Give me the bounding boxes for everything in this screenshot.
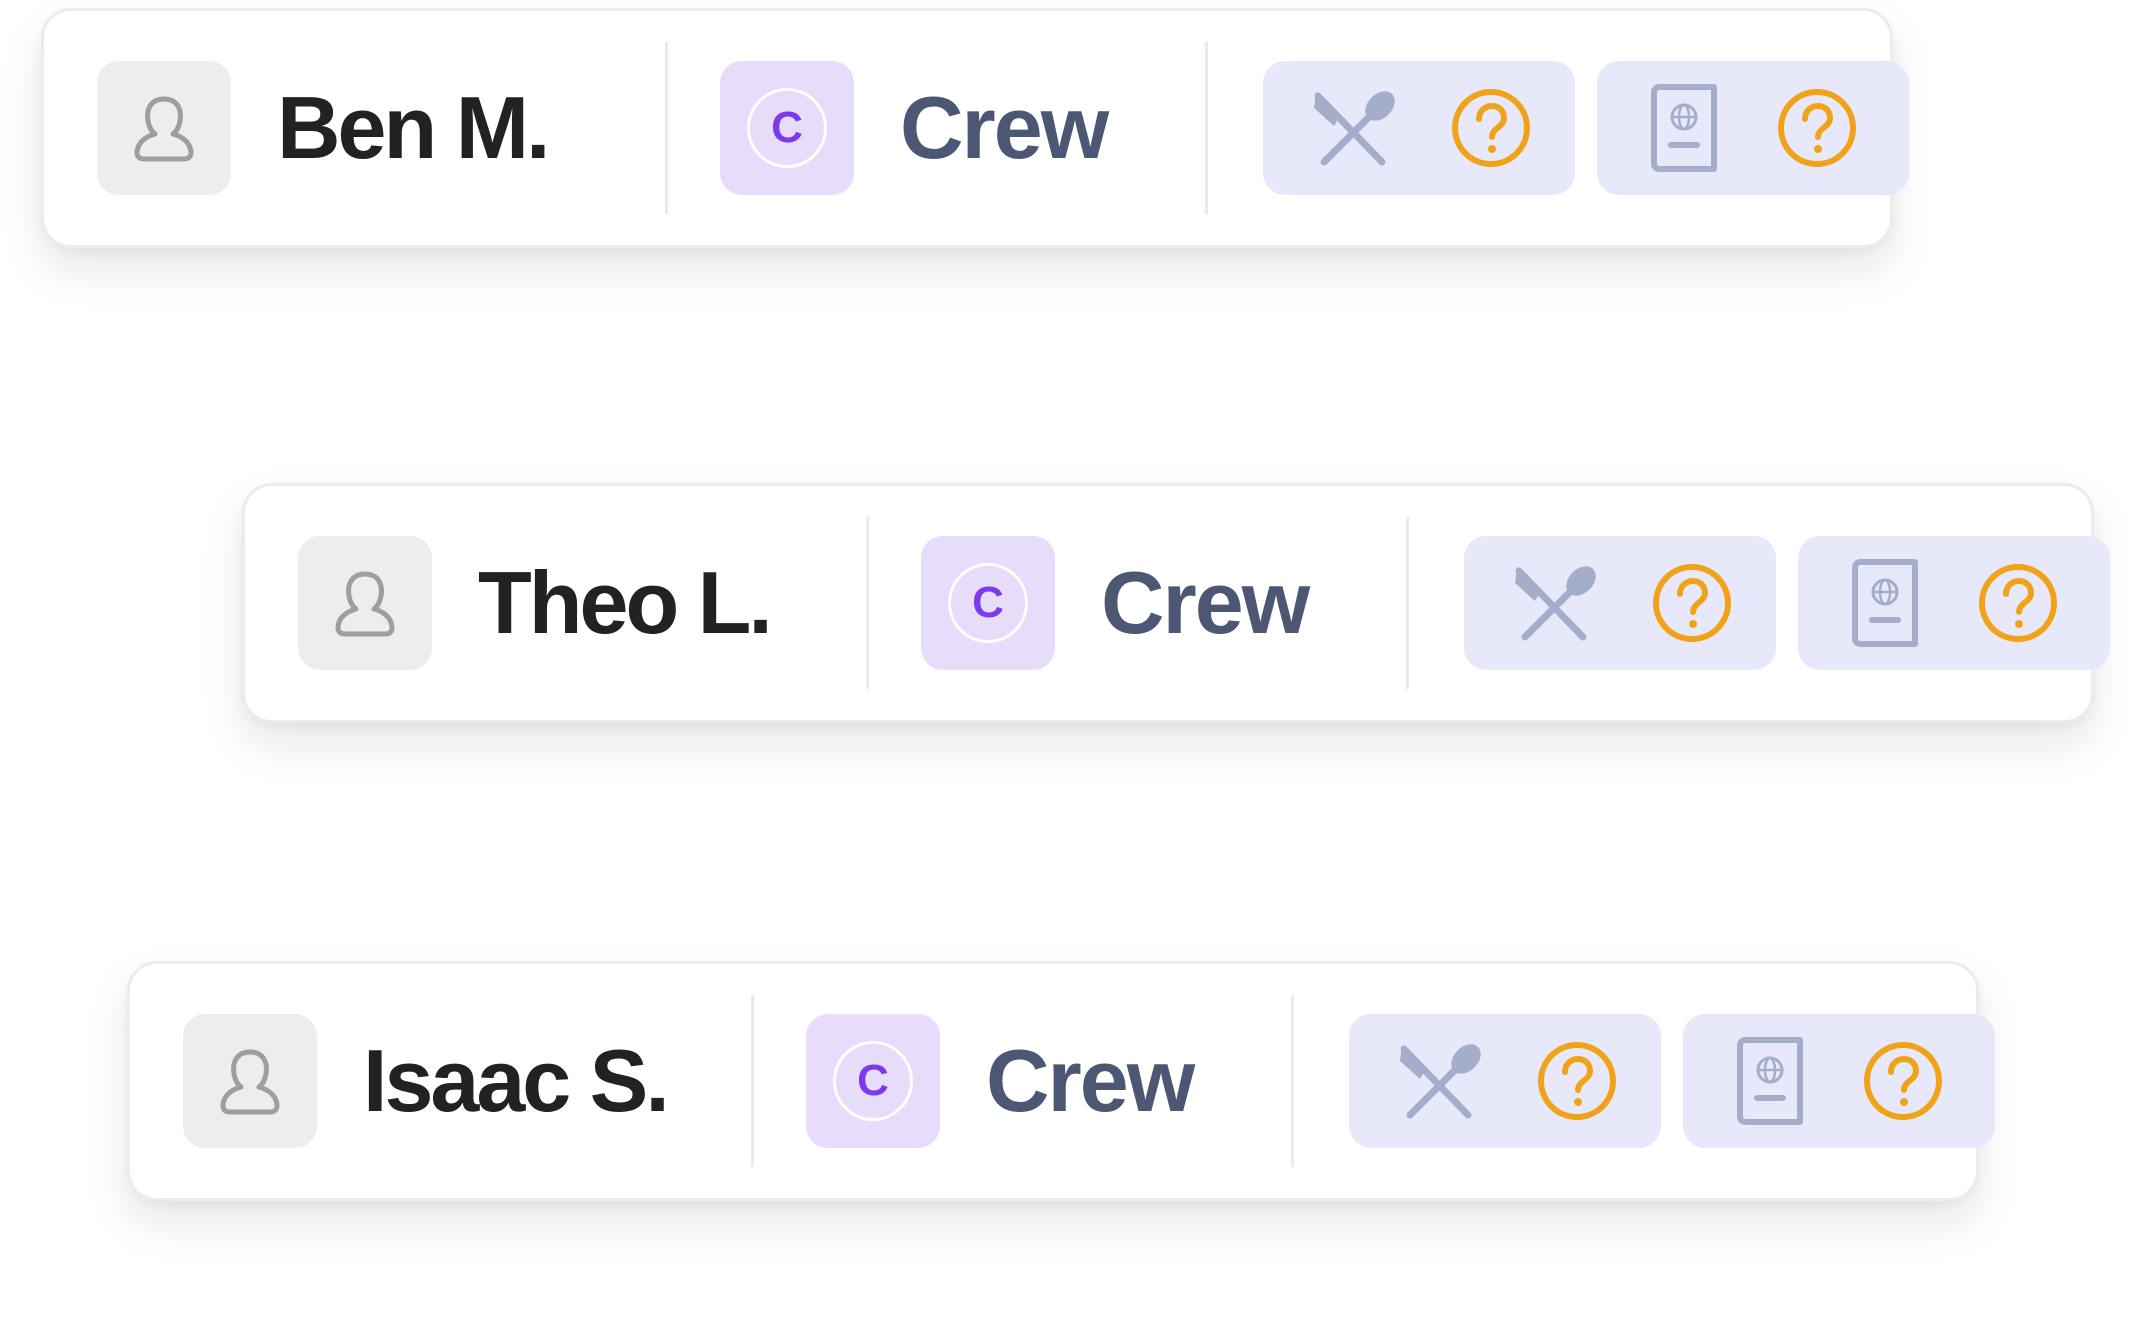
dietary-status-pill[interactable] bbox=[1263, 61, 1575, 195]
avatar bbox=[97, 61, 231, 195]
avatar bbox=[298, 536, 432, 670]
passport-status-pill[interactable] bbox=[1597, 61, 1909, 195]
crew-member-row[interactable]: Theo L. C Crew bbox=[242, 483, 2110, 723]
user-icon bbox=[134, 96, 194, 162]
user-icon bbox=[335, 571, 395, 637]
question-circle-icon[interactable] bbox=[1977, 562, 2059, 644]
question-circle-icon[interactable] bbox=[1651, 562, 1733, 644]
role-initial: C bbox=[833, 1041, 913, 1121]
question-circle-icon[interactable] bbox=[1862, 1040, 1944, 1122]
question-circle-icon[interactable] bbox=[1536, 1040, 1618, 1122]
divider bbox=[1291, 995, 1294, 1167]
dietary-status-pill[interactable] bbox=[1349, 1014, 1661, 1148]
role-label: Crew bbox=[986, 1031, 1195, 1130]
passport-icon bbox=[1730, 1036, 1812, 1126]
role-badge: C bbox=[921, 536, 1055, 670]
passport-icon bbox=[1644, 83, 1726, 173]
dietary-status-pill[interactable] bbox=[1464, 536, 1776, 670]
divider bbox=[751, 995, 754, 1167]
user-icon bbox=[220, 1049, 280, 1115]
passport-status-pill[interactable] bbox=[1798, 536, 2110, 670]
role-initial: C bbox=[747, 88, 827, 168]
utensils-icon bbox=[1511, 561, 1601, 645]
role-label: Crew bbox=[900, 78, 1109, 177]
question-circle-icon[interactable] bbox=[1450, 87, 1532, 169]
member-name: Theo L. bbox=[478, 553, 773, 652]
utensils-icon bbox=[1396, 1039, 1486, 1123]
divider bbox=[866, 517, 869, 689]
divider bbox=[1406, 517, 1409, 689]
utensils-icon bbox=[1310, 86, 1400, 170]
crew-member-row[interactable]: Ben M. C Crew bbox=[41, 8, 1909, 248]
member-name: Ben M. bbox=[277, 78, 550, 177]
question-circle-icon[interactable] bbox=[1776, 87, 1858, 169]
avatar bbox=[183, 1014, 317, 1148]
member-name: Isaac S. bbox=[363, 1031, 670, 1130]
passport-status-pill[interactable] bbox=[1683, 1014, 1995, 1148]
divider bbox=[665, 42, 668, 214]
passport-icon bbox=[1845, 558, 1927, 648]
role-initial: C bbox=[948, 563, 1028, 643]
role-badge: C bbox=[720, 61, 854, 195]
role-label: Crew bbox=[1101, 553, 1310, 652]
divider bbox=[1205, 42, 1208, 214]
role-badge: C bbox=[806, 1014, 940, 1148]
crew-member-row[interactable]: Isaac S. C Crew bbox=[127, 961, 1995, 1201]
